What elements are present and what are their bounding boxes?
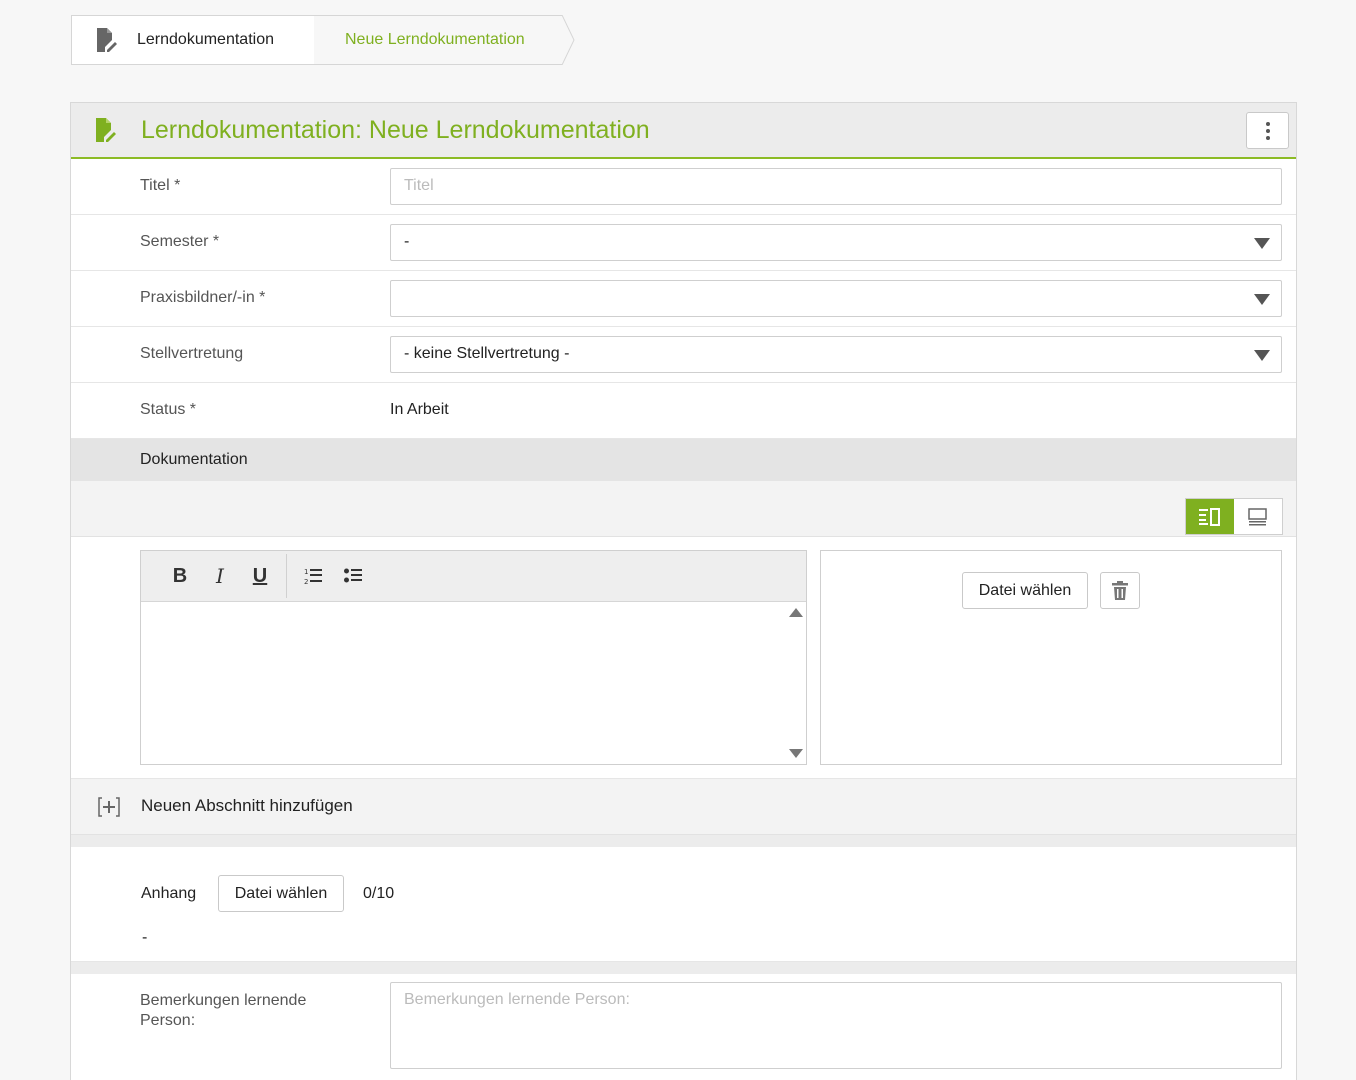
bullet-list-button[interactable]	[333, 556, 373, 596]
remarks-row: Bemerkungen lernende Person: Bemerkungen…	[71, 974, 1296, 1080]
semester-select[interactable]: -	[390, 224, 1282, 261]
stacked-layout-button[interactable]	[1234, 499, 1282, 534]
rich-text-editor[interactable]: B I U 1 2	[140, 550, 807, 765]
titel-input[interactable]: Titel	[390, 168, 1282, 205]
chevron-down-icon	[1254, 350, 1270, 361]
semester-value: -	[404, 233, 410, 250]
titel-label: Titel *	[140, 177, 181, 194]
layout-toolbar	[71, 481, 1296, 537]
ordered-list-icon: 1 2	[304, 568, 322, 585]
editor-toolbar: B I U 1 2	[141, 551, 806, 602]
toolbar-divider	[286, 554, 287, 598]
kebab-menu-icon	[1265, 121, 1270, 126]
trash-icon	[1112, 581, 1128, 600]
add-icon	[98, 797, 120, 817]
view-toggle	[1185, 498, 1283, 535]
praxisbildner-select[interactable]	[390, 280, 1282, 317]
italic-button[interactable]: I	[200, 556, 240, 596]
svg-text:1: 1	[304, 568, 308, 576]
side-by-side-layout-button[interactable]	[1186, 499, 1234, 534]
underline-button[interactable]: U	[240, 556, 280, 596]
side-by-side-layout-icon	[1199, 507, 1220, 526]
page-title: Lerndokumentation: Neue Lerndokumentatio…	[141, 116, 650, 144]
kebab-menu-button[interactable]	[1246, 112, 1289, 149]
form-row-semester: Semester * -	[71, 215, 1296, 271]
remarks-textarea[interactable]: Bemerkungen lernende Person:	[390, 982, 1282, 1069]
breadcrumb-label: Lerndokumentation	[137, 31, 274, 48]
breadcrumb-item-neue-lerndokumentation[interactable]: Neue Lerndokumentation	[314, 15, 575, 65]
bullet-list-icon	[344, 568, 362, 583]
add-section-button[interactable]: Neuen Abschnitt hinzufügen	[71, 779, 1296, 835]
status-value: In Arbeit	[390, 401, 449, 418]
kebab-dot	[1265, 128, 1270, 133]
dokumentation-section-header: Dokumentation	[71, 439, 1296, 481]
attachment-count: 0/10	[363, 885, 395, 902]
breadcrumb: Lerndokumentation Neue Lerndokumentation	[71, 15, 575, 65]
praxisbildner-label: Praxisbildner/-in *	[140, 289, 266, 306]
anhang-choose-file-button[interactable]: Datei wählen	[218, 875, 344, 912]
status-label: Status *	[140, 401, 197, 418]
kebab-dot	[1265, 135, 1270, 140]
delete-button[interactable]	[1100, 572, 1140, 609]
breadcrumb-separator	[562, 15, 575, 65]
main-panel: Lerndokumentation: Neue Lerndokumentatio…	[70, 102, 1297, 1080]
form-row-titel: Titel * Titel	[71, 159, 1296, 215]
section-image-box: Datei wählen	[820, 550, 1282, 765]
svg-text:2: 2	[304, 578, 308, 585]
breadcrumb-item-lerndokumentation[interactable]: Lerndokumentation	[71, 15, 327, 65]
chevron-down-icon	[1254, 238, 1270, 249]
anhang-section: Anhang Datei wählen 0/10 -	[71, 847, 1296, 962]
document-edit-icon	[96, 27, 118, 53]
add-section-label: Neuen Abschnitt hinzufügen	[141, 796, 353, 815]
scroll-up-arrow[interactable]	[789, 608, 803, 617]
semester-label: Semester *	[140, 233, 220, 250]
stacked-layout-icon	[1248, 507, 1267, 525]
form-row-status: Status * In Arbeit	[71, 383, 1296, 439]
document-edit-icon	[95, 117, 117, 143]
form-row-stellvertretung: Stellvertretung - keine Stellvertretung …	[71, 327, 1296, 383]
ordered-list-button[interactable]: 1 2	[293, 556, 333, 596]
form-row-praxisbildner: Praxisbildner/-in *	[71, 271, 1296, 327]
remarks-label: Bemerkungen lernende Person:	[140, 992, 307, 1029]
divider	[71, 835, 1296, 847]
panel-header: Lerndokumentation: Neue Lerndokumentatio…	[71, 103, 1296, 159]
attachment-list: -	[142, 929, 148, 946]
divider	[71, 962, 1296, 974]
choose-file-button[interactable]: Datei wählen	[962, 572, 1088, 609]
stellvertretung-label: Stellvertretung	[140, 345, 244, 362]
dokumentation-section: B I U 1 2 Datei wählen	[71, 537, 1296, 779]
scroll-down-arrow[interactable]	[789, 749, 803, 758]
bold-button[interactable]: B	[160, 556, 200, 596]
breadcrumb-label: Neue Lerndokumentation	[345, 31, 525, 48]
dokumentation-heading: Dokumentation	[140, 451, 248, 468]
stellvertretung-select[interactable]: - keine Stellvertretung -	[390, 336, 1282, 373]
anhang-label: Anhang	[141, 885, 197, 902]
stellvertretung-value: - keine Stellvertretung -	[404, 345, 570, 362]
chevron-down-icon	[1254, 294, 1270, 305]
